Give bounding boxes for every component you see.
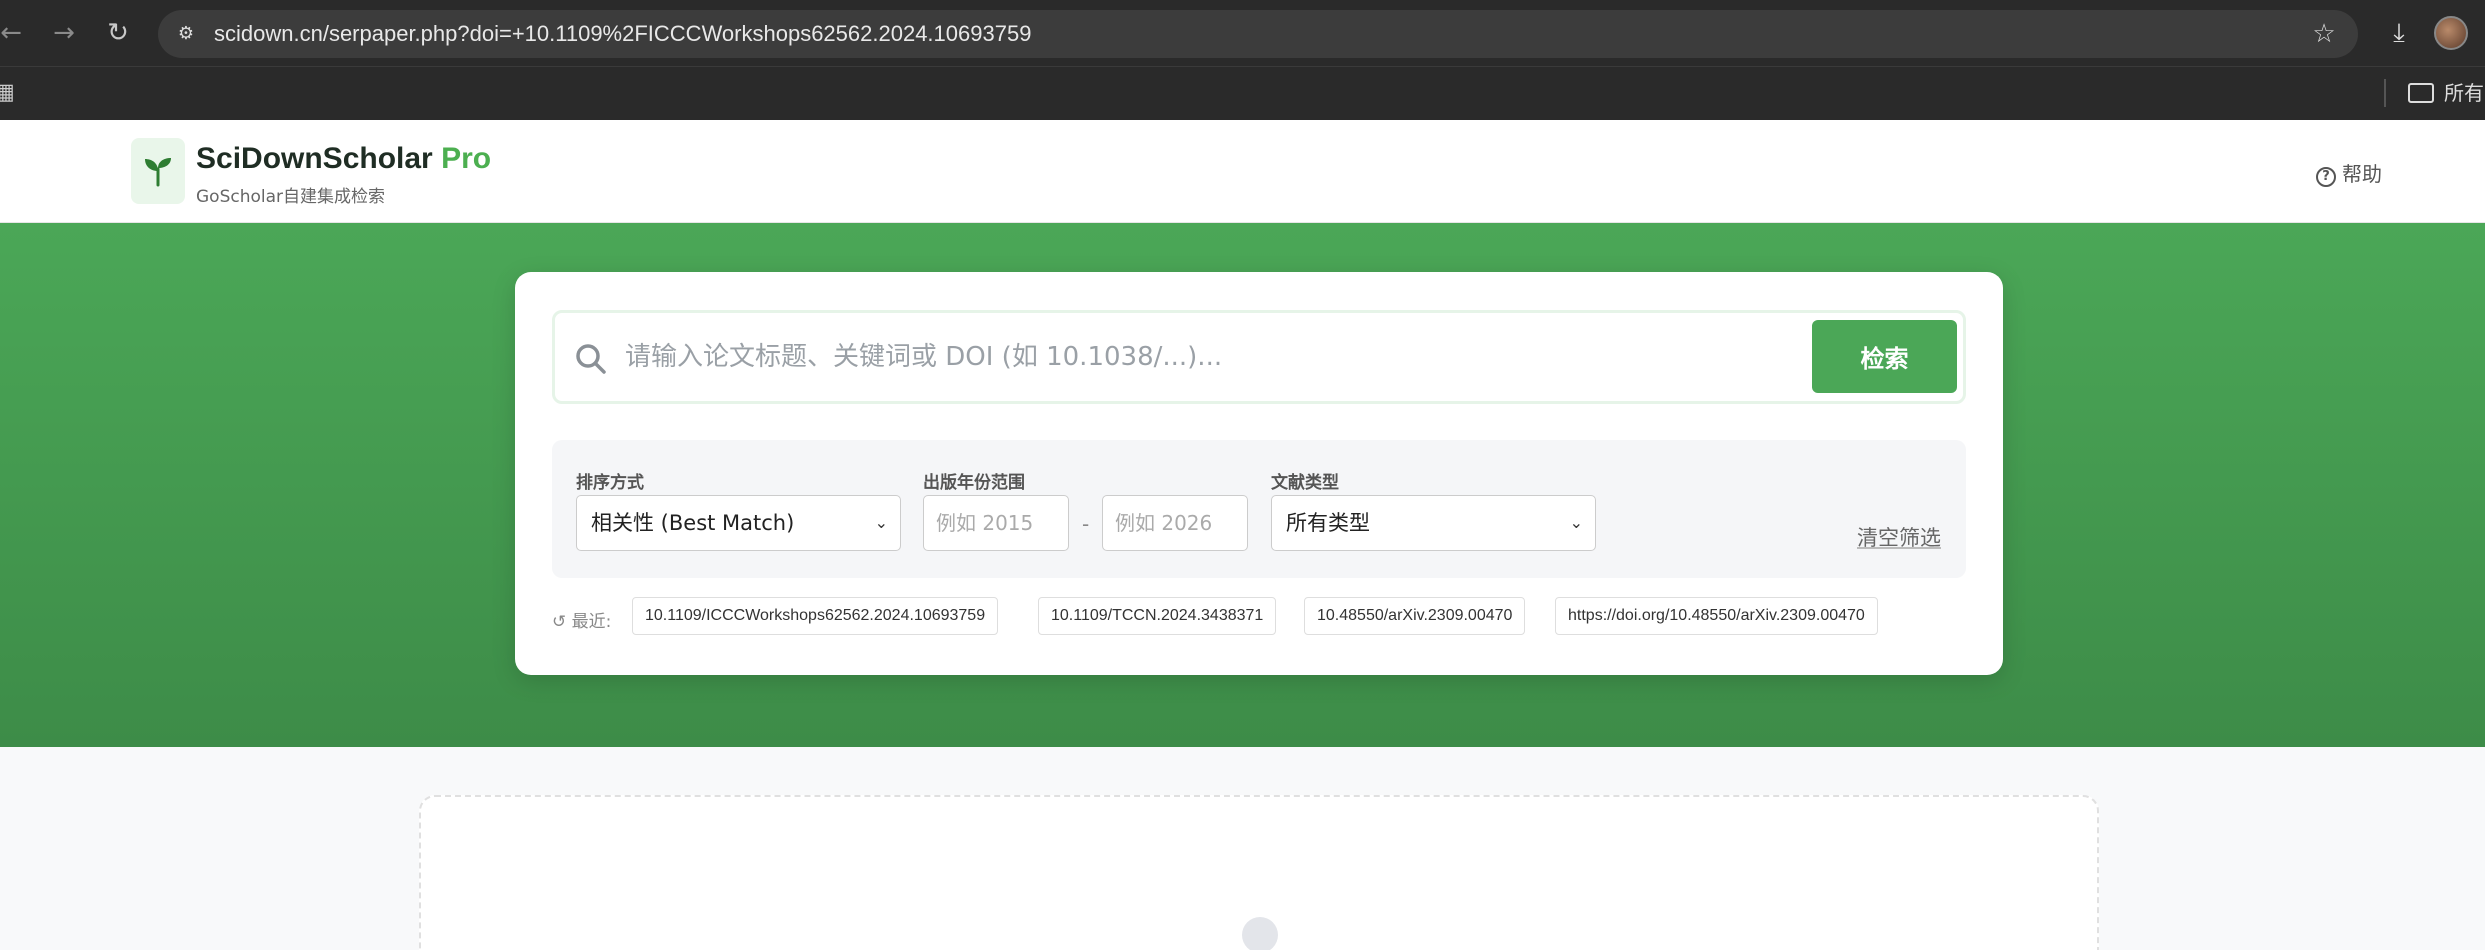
brand-text: SciDownScholar (196, 142, 433, 175)
recent-label-text: 最近: (571, 612, 612, 632)
loading-spinner-icon (1242, 917, 1278, 950)
recent-chip[interactable]: 10.1109/TCCN.2024.3438371 (1038, 597, 1277, 635)
help-label: 帮助 (2342, 162, 2382, 186)
address-bar[interactable]: ⚙ scidown.cn/serpaper.php?doi=+10.1109%2… (158, 10, 2358, 58)
sort-value: 相关性 (Best Match) (591, 511, 795, 535)
filter-panel: 排序方式 相关性 (Best Match) ⌄ 出版年份范围 - 文献类型 所有… (552, 440, 1966, 578)
folder-icon (2408, 83, 2434, 103)
sort-label: 排序方式 (576, 473, 644, 493)
sprout-logo-icon[interactable] (131, 138, 185, 204)
type-select[interactable]: 所有类型 ⌄ (1271, 495, 1596, 551)
site-header: SciDownScholar Pro GoScholar自建集成检索 ? 帮助 (0, 120, 2485, 223)
search-card: 检索 排序方式 相关性 (Best Match) ⌄ 出版年份范围 - 文献类型… (515, 272, 2003, 675)
clear-filters-link[interactable]: 清空筛选 (1857, 522, 1941, 552)
bookmarks-separator (2384, 79, 2386, 107)
type-value: 所有类型 (1286, 511, 1370, 535)
search-input[interactable] (625, 331, 1785, 383)
brand-name[interactable]: SciDownScholar Pro (196, 142, 491, 176)
year-to-input[interactable] (1102, 495, 1248, 551)
forward-icon[interactable]: → (47, 16, 81, 50)
bookmark-folder-label: 所有书签 (2444, 81, 2485, 105)
profile-avatar[interactable] (2434, 16, 2468, 50)
help-link[interactable]: ? 帮助 (2316, 158, 2382, 187)
chevron-down-icon: ⌄ (874, 513, 888, 532)
apps-icon[interactable]: ▦ (0, 79, 22, 107)
bookmark-folder[interactable]: 所有书签 (2408, 79, 2485, 107)
brand-subtitle: GoScholar自建集成检索 (196, 187, 386, 207)
star-icon[interactable]: ☆ (2308, 18, 2340, 50)
back-icon[interactable]: ← (0, 16, 28, 50)
brand-pro: Pro (441, 142, 492, 175)
search-box: 检索 (552, 310, 1966, 404)
year-from-input[interactable] (923, 495, 1069, 551)
search-icon (576, 344, 606, 374)
recent-chip[interactable]: https://doi.org/10.48550/arXiv.2309.0047… (1555, 597, 1878, 635)
recent-chip[interactable]: 10.1109/ICCCWorkshops62562.2024.10693759 (632, 597, 999, 635)
site-info-icon[interactable]: ⚙ (172, 20, 200, 48)
url-text[interactable]: scidown.cn/serpaper.php?doi=+10.1109%2FI… (214, 10, 1031, 58)
chevron-down-icon: ⌄ (1569, 513, 1583, 532)
bookmarks-bar: ▦ 所有书签 (0, 66, 2485, 120)
search-button[interactable]: 检索 (1812, 320, 1957, 393)
recent-chip[interactable]: 10.48550/arXiv.2309.00470 (1304, 597, 1526, 635)
download-icon[interactable]: ⤓ (2382, 16, 2416, 50)
browser-toolbar: ← → ↻ ⚙ scidown.cn/serpaper.php?doi=+10.… (0, 0, 2485, 66)
reload-icon[interactable]: ↻ (101, 16, 135, 50)
help-icon: ? (2316, 167, 2336, 187)
history-icon: ↺ (552, 612, 567, 632)
results-container (419, 795, 2099, 950)
year-range-label: 出版年份范围 (923, 473, 1025, 493)
type-label: 文献类型 (1271, 473, 1339, 493)
sort-select[interactable]: 相关性 (Best Match) ⌄ (576, 495, 901, 551)
year-range-separator: - (1082, 512, 1090, 536)
recent-label: ↺ 最近: (552, 607, 611, 632)
